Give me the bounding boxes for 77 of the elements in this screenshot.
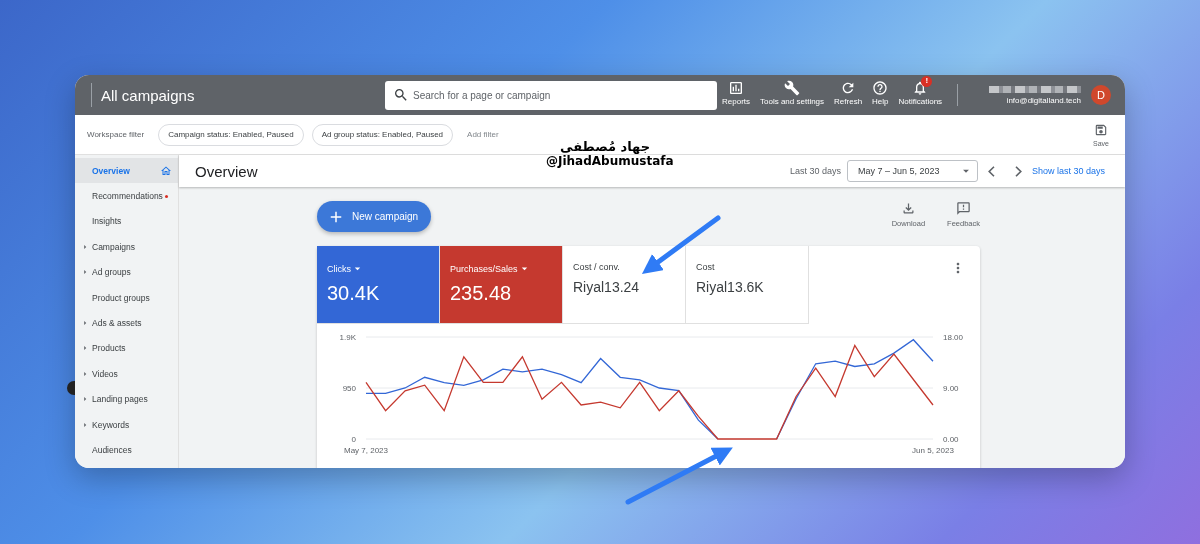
metric-value: Riyal13.6K: [696, 279, 765, 295]
sidebar-item[interactable]: Videos: [75, 361, 178, 387]
annotation-name: جهاد مُصطفى: [560, 139, 651, 154]
help-icon: [872, 80, 889, 96]
sidebar-label: Insights: [92, 216, 122, 227]
sidebar-label: Product groups: [92, 292, 150, 303]
metric-label: Cost: [696, 262, 716, 272]
metric-tile[interactable]: Purchases/Sales 235.48: [440, 246, 563, 324]
metric-label: Cost / conv.: [573, 262, 621, 272]
previous-button[interactable]: [987, 165, 995, 177]
metric-value: 30.4K: [327, 282, 381, 305]
new-campaign-button[interactable]: New campaign: [317, 201, 431, 232]
chevron-right-icon: [1014, 165, 1022, 177]
sidebar-item[interactable]: Products: [75, 335, 178, 362]
axis-label: 0: [351, 435, 356, 444]
sidebar-item[interactable]: Campaigns: [75, 234, 178, 260]
show-last-link[interactable]: Show last 30 days: [1031, 166, 1105, 176]
date-preset: Last 30 days: [789, 166, 841, 176]
filter-label: Workspace filter: [87, 130, 145, 139]
toolbar-button[interactable]: Refresh: [829, 80, 868, 116]
metric-label: Clicks: [327, 262, 429, 275]
sidebar-label: Ads & assets: [92, 318, 142, 329]
filter-chip[interactable]: Ad group status: Enabled, Paused: [311, 123, 454, 146]
axis-label: 0.00: [943, 435, 959, 444]
wrench-icon: [784, 80, 801, 96]
feedback-icon: [956, 201, 972, 216]
page-title: All campaigns: [101, 86, 195, 104]
axis-label: May 7, 2023: [344, 446, 388, 455]
add-filter-button[interactable]: Add filter: [461, 129, 505, 140]
home-icon: [160, 164, 172, 177]
annotation-handle: @JihadAbumustafa: [546, 154, 674, 168]
avatar[interactable]: D: [1091, 85, 1111, 105]
axis-label: 1.9K: [339, 333, 356, 342]
search-field[interactable]: Search for a page or campaign: [385, 80, 717, 110]
sidebar-label: Recommendations: [92, 191, 163, 202]
sidebar-label: Campaigns: [92, 241, 135, 252]
metric-value: Riyal13.24: [573, 279, 641, 295]
sidebar-label: Ad groups: [92, 267, 131, 278]
toolbar-button[interactable]: Reports: [717, 80, 755, 116]
bar-chart-icon: [728, 80, 744, 96]
overview-title: Overview: [195, 162, 258, 180]
filter-chip[interactable]: Campaign status: Enabled, Paused: [158, 123, 304, 146]
sidebar-label: Keywords: [92, 419, 130, 430]
sidebar-label: Landing pages: [92, 394, 148, 405]
notification-badge: !: [921, 76, 933, 87]
sidebar-label: Audiences: [92, 445, 132, 455]
sidebar-item[interactable]: Product groups: [75, 284, 178, 311]
next-button[interactable]: [1014, 165, 1022, 177]
axis-label: 9.00: [943, 384, 959, 393]
metric-label: Purchases/Sales: [450, 262, 552, 275]
sidebar-item[interactable]: Insights: [75, 208, 178, 235]
metric-tile[interactable]: Cost Riyal13.6K: [686, 246, 809, 324]
sidebar-item[interactable]: Recommendations: [75, 183, 178, 209]
save-icon: [1094, 122, 1108, 137]
metric-tile[interactable]: Cost / conv. Riyal13.24: [563, 246, 686, 324]
sidebar-item[interactable]: Ad groups: [75, 259, 178, 285]
sidebar-item[interactable]: Landing pages: [75, 386, 178, 412]
handle-icon: [67, 381, 75, 395]
sidebar-item[interactable]: Ads & assets: [75, 310, 178, 336]
sidebar-item[interactable]: Overview: [75, 158, 178, 184]
account-email: info@digitalland.tech: [1006, 95, 1081, 105]
toolbar-button[interactable]: Tools and settings: [755, 80, 830, 116]
date-range-dropdown[interactable]: May 7 – Jun 5, 2023: [846, 160, 978, 182]
metric-tile[interactable]: Clicks 30.4K: [317, 246, 440, 324]
sidebar-label: Products: [92, 343, 126, 354]
sidebar-label: Overview: [92, 165, 130, 176]
toolbar-button[interactable]: Help: [867, 80, 894, 116]
axis-label: 950: [342, 384, 356, 393]
axis-label: Jun 5, 2023: [912, 446, 954, 455]
chevron-left-icon: [987, 165, 995, 177]
sidebar-item[interactable]: Audiences: [75, 437, 178, 463]
sidebar-item[interactable]: Keywords: [75, 411, 178, 438]
sidebar-label: Videos: [92, 368, 118, 379]
metric-value: 235.48: [450, 282, 513, 305]
axis-label: 18.00: [943, 333, 964, 342]
alert-dot: [164, 194, 168, 198]
search-icon: [393, 86, 409, 103]
